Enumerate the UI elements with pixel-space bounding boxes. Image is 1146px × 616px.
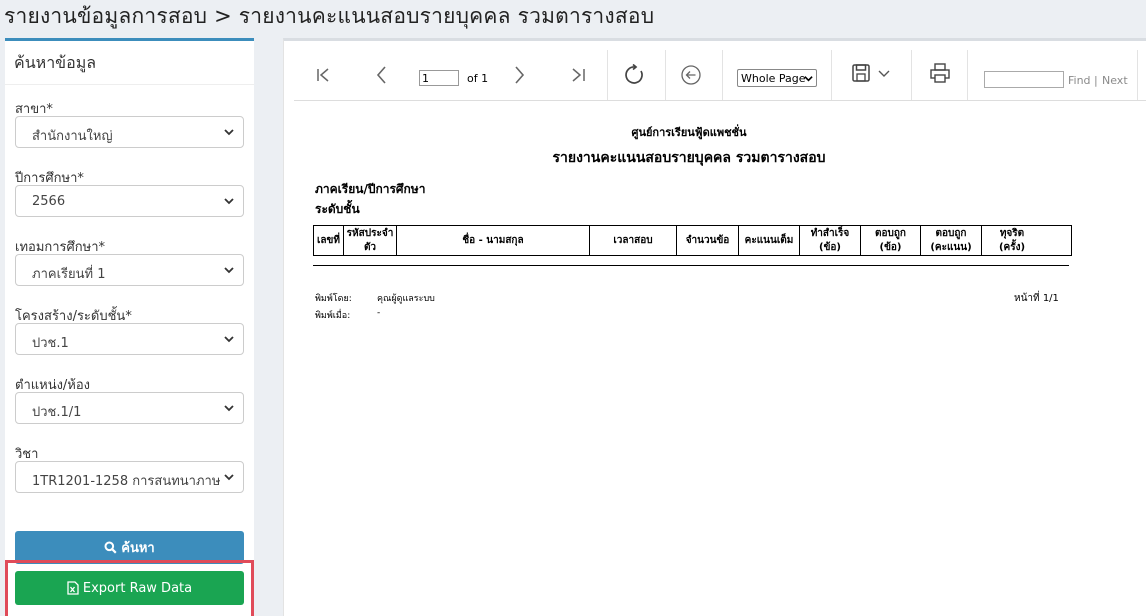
export-dropdown-chevron-icon[interactable] bbox=[877, 66, 891, 80]
find-input[interactable] bbox=[984, 71, 1064, 88]
page-number-input[interactable] bbox=[419, 70, 459, 86]
printed-by-value: คุณผู้ดูแลระบบ bbox=[377, 294, 435, 304]
report-divider bbox=[313, 265, 1069, 266]
first-page-icon[interactable] bbox=[313, 64, 335, 86]
report-viewer: of 1 Whole Page Find | Next ศูนย์การเรีย… bbox=[283, 38, 1146, 616]
column-header: รหัสประจำตัว bbox=[344, 226, 397, 255]
toolbar-divider bbox=[1137, 50, 1138, 100]
chevron-down-icon bbox=[224, 198, 234, 205]
column-header: ตอบถูก (คะแนน) bbox=[921, 226, 982, 255]
chevron-down-icon bbox=[804, 76, 813, 82]
save-icon[interactable] bbox=[850, 62, 872, 84]
excel-file-icon bbox=[67, 581, 79, 595]
printed-at-label: พิมพ์เมื่อ: bbox=[315, 311, 351, 321]
toolbar-divider bbox=[911, 50, 912, 100]
print-icon[interactable] bbox=[929, 62, 951, 84]
export-raw-data-label: Export Raw Data bbox=[82, 580, 193, 596]
chevron-down-icon bbox=[224, 267, 234, 274]
subject-select[interactable]: 1TR1201-1258 การสนทนาภาษ bbox=[15, 461, 244, 493]
find-separator: | bbox=[1094, 74, 1098, 87]
next-page-icon[interactable] bbox=[508, 64, 530, 86]
column-header: ทำสำเร็จ (ข้อ) bbox=[800, 226, 861, 255]
level-select[interactable]: ปวช.1 bbox=[15, 323, 244, 355]
column-header: จำนวนข้อ bbox=[677, 226, 739, 255]
chevron-down-icon bbox=[224, 405, 234, 412]
subject-select-value: 1TR1201-1258 การสนทนาภาษ bbox=[32, 474, 221, 489]
report-table-header: เลขที่ รหัสประจำตัว ชื่อ - นามสกุล เวลาส… bbox=[313, 225, 1072, 256]
academic-year-select-value: 2566 bbox=[32, 194, 66, 209]
chevron-down-icon bbox=[224, 129, 234, 136]
branch-select[interactable]: สำนักงานใหญ่ bbox=[15, 116, 244, 148]
chevron-down-icon bbox=[224, 474, 234, 481]
academic-year-select[interactable]: 2566 bbox=[15, 185, 244, 217]
back-to-parent-icon[interactable] bbox=[680, 64, 702, 86]
toolbar-divider bbox=[722, 50, 723, 100]
find-next-link[interactable]: Next bbox=[1102, 74, 1128, 87]
level-select-value: ปวช.1 bbox=[32, 336, 69, 351]
search-button-label: ค้นหา bbox=[121, 541, 155, 556]
report-title: รายงานคะแนนสอบรายบุคคล รวมตารางสอบ bbox=[552, 150, 826, 166]
toolbar-divider bbox=[831, 50, 832, 100]
zoom-select-value: Whole Page bbox=[741, 72, 806, 85]
search-panel: ค้นหาข้อมูล สาขา* สำนักงานใหญ่ ปีการศึกษ… bbox=[5, 38, 254, 616]
column-header: ทุจริต (ครั้ง) bbox=[998, 227, 1026, 253]
refresh-icon[interactable] bbox=[624, 64, 646, 86]
column-header: คะแนนเต็ม bbox=[739, 226, 800, 255]
report-toolbar: of 1 Whole Page Find | Next bbox=[294, 50, 1146, 101]
report-page-info: หน้าที่ 1/1 bbox=[1014, 293, 1059, 304]
column-header: เวลาสอบ bbox=[590, 226, 677, 255]
branch-select-value: สำนักงานใหญ่ bbox=[32, 129, 113, 144]
report-school-name: ศูนย์การเรียนฟู้ดแพชชั่น bbox=[631, 126, 747, 139]
term-select[interactable]: ภาคเรียนที่ 1 bbox=[15, 254, 244, 286]
toolbar-divider bbox=[967, 50, 968, 100]
room-select-value: ปวช.1/1 bbox=[32, 405, 82, 420]
chevron-down-icon bbox=[224, 336, 234, 343]
report-level-label: ระดับชั้น bbox=[315, 202, 360, 216]
last-page-icon[interactable] bbox=[567, 64, 589, 86]
column-header: ชื่อ - นามสกุล bbox=[397, 226, 590, 255]
page-title: รายงานข้อมูลการสอบ > รายงานคะแนนสอบรายบุ… bbox=[4, 4, 655, 28]
find-link[interactable]: Find bbox=[1068, 74, 1091, 87]
printed-by-label: พิมพ์โดย: bbox=[315, 294, 352, 304]
previous-page-icon[interactable] bbox=[371, 64, 393, 86]
room-select[interactable]: ปวช.1/1 bbox=[15, 392, 244, 424]
toolbar-divider bbox=[665, 50, 666, 100]
term-select-value: ภาคเรียนที่ 1 bbox=[32, 267, 106, 282]
column-header: ตอบถูก (ข้อ) bbox=[861, 226, 921, 255]
search-panel-heading: ค้นหาข้อมูล bbox=[5, 41, 254, 85]
export-raw-data-button[interactable]: Export Raw Data bbox=[15, 571, 244, 605]
search-icon bbox=[104, 541, 117, 554]
column-header: เลขที่ bbox=[314, 226, 344, 255]
zoom-select[interactable]: Whole Page bbox=[737, 69, 817, 87]
report-semester-label: ภาคเรียน/ปีการศึกษา bbox=[315, 182, 426, 196]
page-count-text: of 1 bbox=[467, 72, 489, 85]
printed-at-value: - bbox=[377, 308, 381, 318]
toolbar-divider bbox=[607, 50, 608, 100]
